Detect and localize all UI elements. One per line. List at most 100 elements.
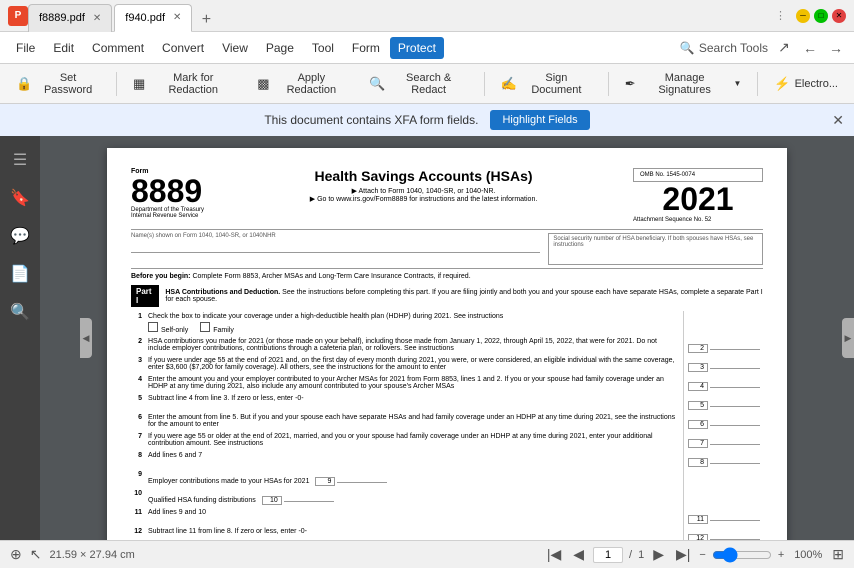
name-field-value[interactable]: [131, 239, 540, 253]
first-page-button[interactable]: |◀: [544, 546, 564, 563]
sidebar-icon-bookmark[interactable]: 🔖: [4, 182, 36, 214]
form-number: 8889: [131, 175, 204, 207]
table-row: 4 Enter the amount you and your employer…: [131, 374, 763, 393]
line-num-12: 12: [131, 526, 145, 540]
sidebar-icon-search[interactable]: 🔍: [4, 296, 36, 328]
apply-redaction-button[interactable]: ▩ Apply Redaction: [249, 68, 357, 100]
menu-comment[interactable]: Comment: [84, 37, 152, 59]
search-redact-icon: 🔍: [369, 76, 385, 92]
search-redact-button[interactable]: 🔍 Search & Redact: [361, 68, 476, 100]
menu-page[interactable]: Page: [258, 37, 302, 59]
table-row: 10 Qualified HSA funding distributions 1…: [131, 488, 763, 507]
toolbar: 🔒 Set Password ▦ Mark for Redaction ▩ Ap…: [0, 64, 854, 104]
more-options-icon[interactable]: ⋮: [775, 9, 786, 23]
sign-document-button[interactable]: ✍ Sign Document: [493, 68, 600, 100]
tab-f8889[interactable]: f8889.pdf ✕: [28, 4, 112, 32]
tab-f940-label: f940.pdf: [125, 12, 165, 24]
prev-page-button[interactable]: ◀: [570, 546, 587, 563]
zoom-slider[interactable]: [712, 547, 772, 563]
menu-form[interactable]: Form: [344, 37, 388, 59]
menu-tool[interactable]: Tool: [304, 37, 342, 59]
line-field-4[interactable]: 4: [683, 374, 763, 393]
add-tab-button[interactable]: +: [194, 8, 218, 32]
search-tools-button[interactable]: 🔍 Search Tools: [680, 41, 768, 55]
arrow-icon[interactable]: ↖: [30, 546, 42, 563]
line-field-6[interactable]: 6: [683, 412, 763, 431]
highlight-fields-button[interactable]: Highlight Fields: [490, 110, 589, 130]
last-page-button[interactable]: ▶|: [673, 546, 693, 563]
lock-icon: 🔒: [16, 76, 32, 92]
input-5[interactable]: [710, 395, 760, 407]
table-row: 6 Enter the amount from line 5. But if y…: [131, 412, 763, 431]
menu-view[interactable]: View: [214, 37, 256, 59]
minimize-button[interactable]: ─: [796, 9, 810, 23]
menu-protect[interactable]: Protect: [390, 37, 444, 59]
close-button[interactable]: ✕: [832, 9, 846, 23]
sidebar-icon-menu[interactable]: ☰: [4, 144, 36, 176]
sidebar-icon-comment[interactable]: 💬: [4, 220, 36, 252]
menu-convert[interactable]: Convert: [154, 37, 212, 59]
cursor-icon[interactable]: ⊕: [10, 546, 22, 563]
line-field-8[interactable]: 8: [683, 450, 763, 469]
line-field-12[interactable]: 12: [683, 526, 763, 540]
set-password-button[interactable]: 🔒 Set Password: [8, 68, 108, 100]
electro-button[interactable]: ⚡ Electro...: [766, 72, 846, 96]
line-field-3[interactable]: 3: [683, 355, 763, 374]
input-4[interactable]: [710, 376, 760, 388]
fit-page-icon[interactable]: ⊞: [832, 546, 844, 563]
form-year: 2021: [633, 182, 763, 217]
attachment-no: Attachment Sequence No. 52: [633, 217, 763, 223]
line-field-11[interactable]: 11: [683, 507, 763, 526]
line-field-5[interactable]: 5: [683, 393, 763, 412]
notification-close-button[interactable]: ✕: [832, 112, 844, 129]
part-i-title: HSA Contributions and Deduction.: [165, 289, 280, 296]
manage-signatures-button[interactable]: ✒ Manage Signatures ▼: [617, 68, 750, 100]
input-9[interactable]: [337, 471, 387, 483]
toolbar-separator-1: [116, 72, 117, 96]
checkbox-family[interactable]: Family: [200, 322, 234, 334]
menu-edit[interactable]: Edit: [45, 37, 82, 59]
input-11[interactable]: [710, 509, 760, 521]
line-num-11: 11: [131, 507, 145, 526]
input-6[interactable]: [710, 414, 760, 426]
back-icon[interactable]: ←: [800, 38, 820, 58]
cb-family[interactable]: [200, 322, 210, 332]
input-8[interactable]: [710, 452, 760, 464]
zoom-in-icon[interactable]: +: [778, 549, 784, 561]
page-number-input[interactable]: [593, 547, 623, 563]
left-panel-toggle[interactable]: ◀: [80, 318, 92, 358]
input-12[interactable]: [710, 528, 760, 540]
table-row: 7 If you were age 55 or older at the end…: [131, 431, 763, 450]
input-7[interactable]: [710, 433, 760, 445]
ssn-value[interactable]: [553, 248, 758, 262]
toolbar-separator-3: [608, 72, 609, 96]
checkbox-self-only[interactable]: Self-only: [148, 322, 188, 334]
line-num-1: 1: [131, 311, 145, 336]
line-field-2[interactable]: 2: [683, 336, 763, 355]
toolbar-separator-2: [484, 72, 485, 96]
line-field-7[interactable]: 7: [683, 431, 763, 450]
tab-f940[interactable]: f940.pdf ✕: [114, 4, 192, 32]
line-num-box-9-inline: 9: [315, 477, 335, 486]
input-10[interactable]: [284, 490, 334, 502]
input-2[interactable]: [710, 338, 760, 350]
tab-f8889-label: f8889.pdf: [39, 12, 85, 24]
right-panel-toggle[interactable]: ▶: [842, 318, 854, 358]
tab-f940-close[interactable]: ✕: [173, 12, 181, 23]
sidebar-icon-pages[interactable]: 📄: [4, 258, 36, 290]
form-title-block: Health Savings Accounts (HSAs) ▶ Attach …: [214, 168, 633, 203]
next-page-button[interactable]: ▶: [650, 546, 667, 563]
lines-table: 1 Check the box to indicate your coverag…: [131, 311, 763, 540]
share-icon[interactable]: ↗: [774, 38, 794, 58]
zoom-out-icon[interactable]: −: [699, 549, 705, 561]
line-num-8: 8: [131, 450, 145, 469]
part-i-label: Part I: [131, 285, 159, 307]
input-3[interactable]: [710, 357, 760, 369]
tab-f8889-close[interactable]: ✕: [93, 13, 101, 24]
maximize-button[interactable]: □: [814, 9, 828, 23]
document-page: Form 8889 Department of the Treasury Int…: [107, 148, 787, 540]
menu-file[interactable]: File: [8, 37, 43, 59]
mark-redaction-button[interactable]: ▦ Mark for Redaction: [125, 68, 245, 100]
forward-icon[interactable]: →: [826, 38, 846, 58]
cb-self-only[interactable]: [148, 322, 158, 332]
